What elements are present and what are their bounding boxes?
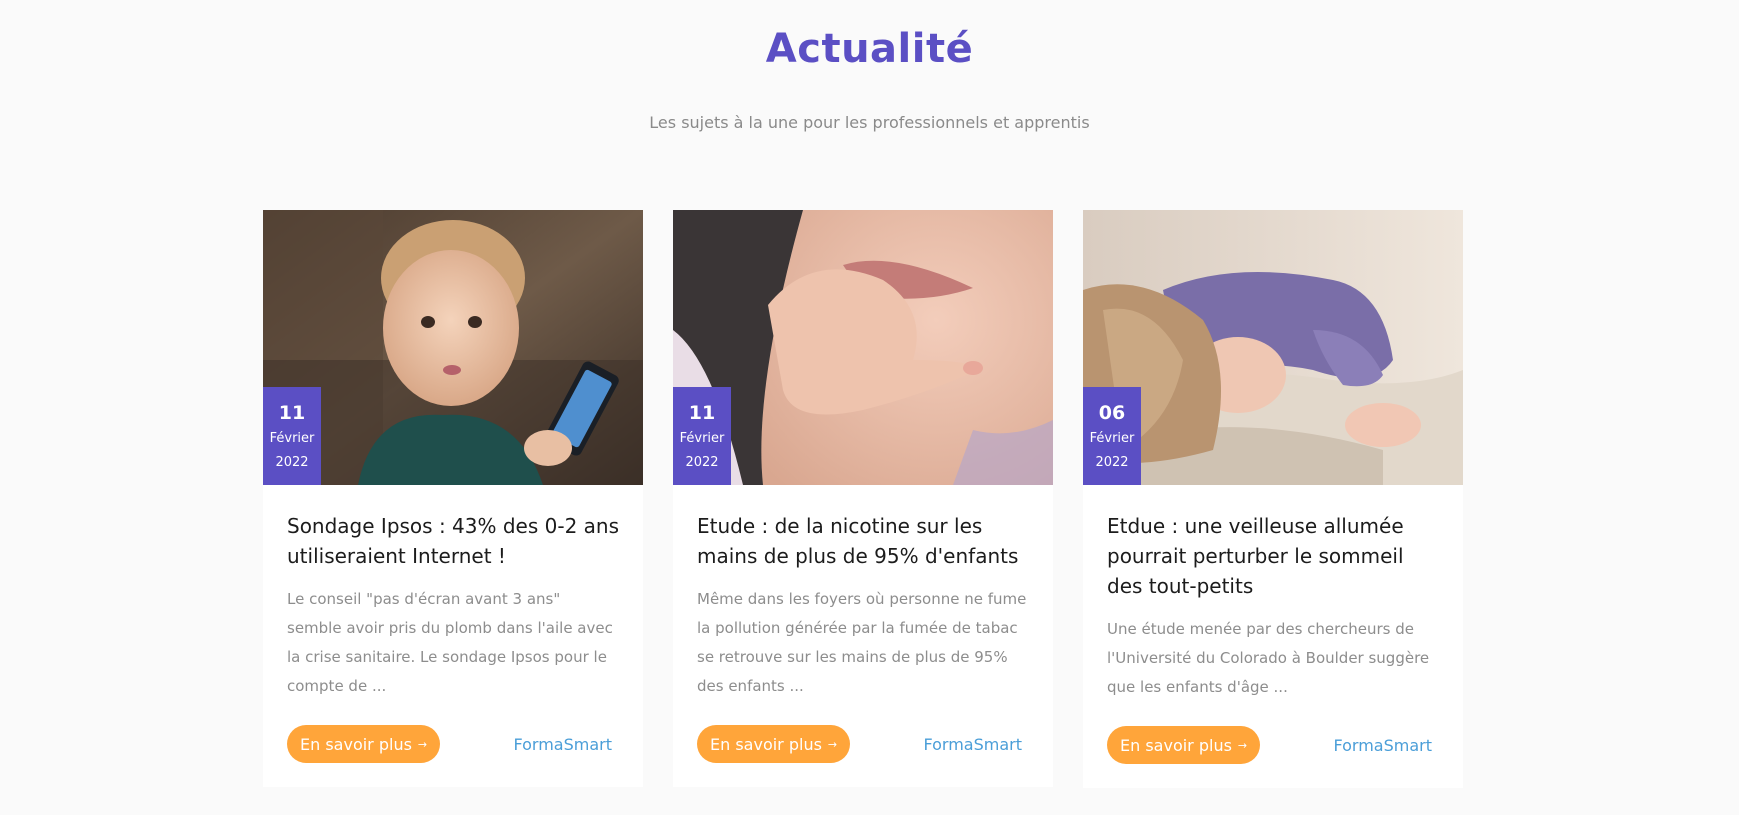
date-badge: 11 Février 2022 bbox=[263, 387, 321, 485]
read-more-label: En savoir plus bbox=[710, 734, 822, 754]
date-year: 2022 bbox=[275, 455, 309, 470]
card-title[interactable]: Etdue : une veilleuse allumée pourrait p… bbox=[1107, 511, 1439, 601]
date-day: 11 bbox=[278, 402, 306, 424]
news-section: Actualité Les sujets à la une pour les p… bbox=[0, 0, 1739, 815]
date-day: 11 bbox=[688, 402, 716, 424]
card-footer: En savoir plus → FormaSmart bbox=[1107, 726, 1432, 764]
arrow-right-icon: → bbox=[417, 737, 428, 751]
date-day: 06 bbox=[1098, 402, 1126, 424]
date-month: Février bbox=[269, 431, 315, 446]
news-card: 11 Février 2022 Sondage Ipsos : 43% des … bbox=[263, 210, 643, 787]
news-card: 06 Février 2022 Etdue : une veilleuse al… bbox=[1083, 210, 1463, 788]
card-image[interactable]: 06 Février 2022 bbox=[1083, 210, 1463, 485]
arrow-right-icon: → bbox=[827, 737, 838, 751]
author-link[interactable]: FormaSmart bbox=[923, 735, 1022, 754]
card-title[interactable]: Etude : de la nicotine sur les mains de … bbox=[697, 511, 1029, 571]
card-title[interactable]: Sondage Ipsos : 43% des 0-2 ans utiliser… bbox=[287, 511, 619, 571]
card-excerpt: Le conseil "pas d'écran avant 3 ans" sem… bbox=[287, 590, 613, 695]
card-image[interactable]: 11 Février 2022 bbox=[263, 210, 643, 485]
author-link[interactable]: FormaSmart bbox=[1333, 736, 1432, 755]
read-more-button[interactable]: En savoir plus → bbox=[1107, 726, 1261, 764]
date-badge: 06 Février 2022 bbox=[1083, 387, 1141, 485]
card-excerpt: Même dans les foyers où personne ne fume… bbox=[697, 590, 1027, 695]
news-card: 11 Février 2022 Etude : de la nicotine s… bbox=[673, 210, 1053, 787]
author-link[interactable]: FormaSmart bbox=[513, 735, 612, 754]
section-subtitle: Les sujets à la une pour les professionn… bbox=[649, 113, 1090, 132]
section-title: Actualité bbox=[765, 26, 974, 72]
card-footer: En savoir plus → FormaSmart bbox=[287, 725, 612, 763]
arrow-right-icon: → bbox=[1237, 738, 1248, 752]
read-more-label: En savoir plus bbox=[300, 734, 412, 754]
date-month: Février bbox=[1089, 431, 1135, 446]
date-year: 2022 bbox=[685, 455, 719, 470]
card-excerpt: Une étude menée par des chercheurs de l'… bbox=[1107, 620, 1430, 696]
read-more-button[interactable]: En savoir plus → bbox=[287, 725, 441, 763]
read-more-button[interactable]: En savoir plus → bbox=[697, 725, 851, 763]
date-month: Février bbox=[679, 431, 725, 446]
news-card-list: 11 Février 2022 Sondage Ipsos : 43% des … bbox=[263, 210, 1463, 788]
read-more-label: En savoir plus bbox=[1120, 735, 1232, 755]
date-year: 2022 bbox=[1095, 455, 1129, 470]
date-badge: 11 Février 2022 bbox=[673, 387, 731, 485]
card-image[interactable]: 11 Février 2022 bbox=[673, 210, 1053, 485]
card-footer: En savoir plus → FormaSmart bbox=[697, 725, 1022, 763]
